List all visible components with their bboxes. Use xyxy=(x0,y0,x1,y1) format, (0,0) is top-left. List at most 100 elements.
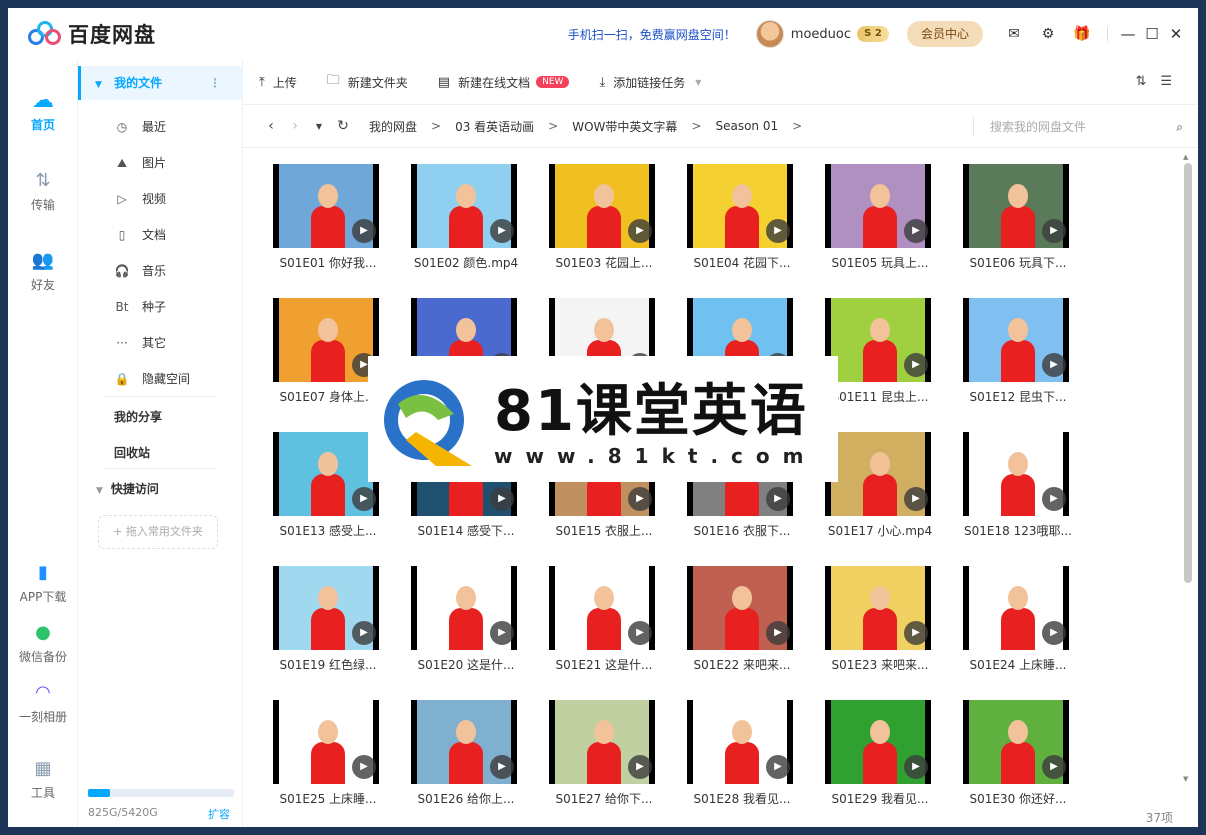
file-name[interactable]: S01E29 我看见... xyxy=(825,790,935,804)
play-icon[interactable]: ▶ xyxy=(352,755,376,779)
video-thumbnail[interactable]: ▶ xyxy=(549,566,655,650)
caret-down-icon[interactable]: ▼ xyxy=(695,78,701,87)
nav-recycle-bin[interactable]: 回收站 xyxy=(114,444,150,461)
back-icon[interactable]: ‹ xyxy=(259,118,283,134)
play-icon[interactable]: ▶ xyxy=(628,621,652,645)
file-name[interactable]: S01E01 你好我... xyxy=(273,254,383,271)
play-icon[interactable]: ▶ xyxy=(628,219,652,243)
breadcrumb-item[interactable]: 03 看英语动画 xyxy=(455,118,534,135)
avatar[interactable] xyxy=(755,20,784,48)
promo-link[interactable]: 手机扫一扫，免费赢网盘空间！ xyxy=(568,26,736,43)
sort-icon[interactable]: ⇅ xyxy=(1135,74,1160,89)
mail-icon[interactable]: ✉ xyxy=(997,26,1031,42)
play-icon[interactable]: ▶ xyxy=(1042,487,1066,511)
video-thumbnail[interactable]: ▶ xyxy=(963,566,1069,650)
list-view-icon[interactable]: ☰ xyxy=(1160,74,1186,89)
file-name[interactable]: S01E22 来吧来... xyxy=(687,656,797,673)
play-icon[interactable]: ▶ xyxy=(1042,621,1066,645)
video-thumbnail[interactable]: ▶ xyxy=(411,164,517,248)
play-icon[interactable]: ▶ xyxy=(490,621,514,645)
nav-item-3[interactable]: ▯ 文档 xyxy=(114,224,244,246)
video-thumbnail[interactable]: ▶ xyxy=(825,432,931,516)
file-name[interactable]: S01E13 感受上... xyxy=(273,522,383,539)
video-thumbnail[interactable]: ▶ xyxy=(273,700,379,784)
video-thumbnail[interactable]: ▶ xyxy=(963,700,1069,784)
play-icon[interactable]: ▶ xyxy=(490,755,514,779)
play-icon[interactable]: ▶ xyxy=(766,755,790,779)
play-icon[interactable]: ▶ xyxy=(904,755,928,779)
video-thumbnail[interactable]: ▶ xyxy=(963,164,1069,248)
play-icon[interactable]: ▶ xyxy=(490,487,514,511)
video-thumbnail[interactable]: ▶ xyxy=(825,700,931,784)
rail-tools[interactable]: ▦ 工具 xyxy=(8,758,78,801)
nav-item-0[interactable]: ◷ 最近 xyxy=(114,116,244,138)
play-icon[interactable]: ▶ xyxy=(628,487,652,511)
scroll-up-icon[interactable]: ▲ xyxy=(1183,153,1188,161)
forward-icon[interactable]: › xyxy=(283,118,307,134)
play-icon[interactable]: ▶ xyxy=(1042,755,1066,779)
nav-my-share[interactable]: 我的分享 xyxy=(114,408,162,425)
rail-album[interactable]: ◠ 一刻相册 xyxy=(8,682,78,725)
refresh-icon[interactable]: ↻ xyxy=(331,118,355,134)
play-icon[interactable]: ▶ xyxy=(352,621,376,645)
nav-item-5[interactable]: Bt 种子 xyxy=(114,296,244,318)
video-thumbnail[interactable]: ▶ xyxy=(411,566,517,650)
play-icon[interactable]: ▶ xyxy=(628,755,652,779)
file-name[interactable]: S01E18 123哦耶... xyxy=(963,522,1073,539)
add-favorite-folder-dropzone[interactable]: + 拖入常用文件夹 xyxy=(98,515,218,549)
scrollbar[interactable]: ▲ ▼ xyxy=(1183,153,1193,783)
upload-button[interactable]: ⤒ 上传 xyxy=(259,74,297,91)
nav-item-6[interactable]: ··· 其它 xyxy=(114,332,244,354)
add-link-task-button[interactable]: ⤓ 添加链接任务 ▼ xyxy=(599,74,701,91)
video-thumbnail[interactable]: ▶ xyxy=(963,432,1069,516)
video-thumbnail[interactable]: ▶ xyxy=(549,700,655,784)
rail-app-download[interactable]: ▮ APP下载 xyxy=(8,562,78,605)
file-name[interactable]: S01E05 玩具上... xyxy=(825,254,935,271)
username[interactable]: moeduoc xyxy=(791,27,851,42)
nav-item-4[interactable]: 🎧 音乐 xyxy=(114,260,244,282)
maximize-icon[interactable]: ☐ xyxy=(1140,25,1164,43)
quick-access-header[interactable]: ▼ 快捷访问 xyxy=(96,480,159,497)
file-name[interactable]: S01E14 感受下... xyxy=(411,522,521,539)
expand-storage-link[interactable]: 扩容 xyxy=(208,806,230,822)
rail-friends[interactable]: 👥 好友 xyxy=(8,250,78,293)
file-name[interactable]: S01E28 我看见... xyxy=(687,790,797,804)
search-icon[interactable]: ⌕ xyxy=(1176,117,1183,137)
gift-icon[interactable]: 🎁 xyxy=(1065,26,1099,42)
file-name[interactable]: S01E23 来吧来... xyxy=(825,656,935,673)
play-icon[interactable]: ▶ xyxy=(352,487,376,511)
close-icon[interactable]: ✕ xyxy=(1164,25,1188,43)
video-thumbnail[interactable]: ▶ xyxy=(411,700,517,784)
play-icon[interactable]: ▶ xyxy=(490,219,514,243)
video-thumbnail[interactable]: ▶ xyxy=(687,700,793,784)
history-dropdown-icon[interactable]: ▼ xyxy=(307,122,331,131)
video-thumbnail[interactable]: ▶ xyxy=(687,566,793,650)
play-icon[interactable]: ▶ xyxy=(904,621,928,645)
settings-icon[interactable]: ⚙ xyxy=(1031,26,1065,42)
play-icon[interactable]: ▶ xyxy=(766,219,790,243)
file-name[interactable]: S01E12 昆虫下... xyxy=(963,388,1073,405)
video-thumbnail[interactable]: ▶ xyxy=(825,566,931,650)
rail-wechat-backup[interactable]: ● 微信备份 xyxy=(8,622,78,665)
file-name[interactable]: S01E24 上床睡... xyxy=(963,656,1073,673)
rail-transfer[interactable]: ⇅ 传输 xyxy=(8,170,78,213)
breadcrumb-item[interactable]: WOW带中英文字幕 xyxy=(572,118,677,135)
play-icon[interactable]: ▶ xyxy=(766,487,790,511)
file-name[interactable]: S01E20 这是什... xyxy=(411,656,521,673)
file-name[interactable]: S01E19 红色绿... xyxy=(273,656,383,673)
video-thumbnail[interactable]: ▶ xyxy=(825,164,931,248)
file-name[interactable]: S01E04 花园下... xyxy=(687,254,797,271)
user-info[interactable]: moeduoc S 2 xyxy=(755,20,889,48)
nav-my-files[interactable]: ▼ 我的文件 ⋮ xyxy=(78,66,243,100)
video-thumbnail[interactable]: ▶ xyxy=(273,298,379,382)
file-name[interactable]: S01E21 这是什... xyxy=(549,656,659,673)
play-icon[interactable]: ▶ xyxy=(904,219,928,243)
file-name[interactable]: S01E03 花园上... xyxy=(549,254,659,271)
scroll-down-icon[interactable]: ▼ xyxy=(1183,775,1188,783)
file-name[interactable]: S01E07 身体上... xyxy=(273,388,383,405)
nav-item-1[interactable]: ⛰ 图片 xyxy=(114,152,244,174)
video-thumbnail[interactable]: ▶ xyxy=(273,566,379,650)
play-icon[interactable]: ▶ xyxy=(766,621,790,645)
play-icon[interactable]: ▶ xyxy=(1042,353,1066,377)
breadcrumb-item[interactable]: 我的网盘 xyxy=(369,118,417,135)
